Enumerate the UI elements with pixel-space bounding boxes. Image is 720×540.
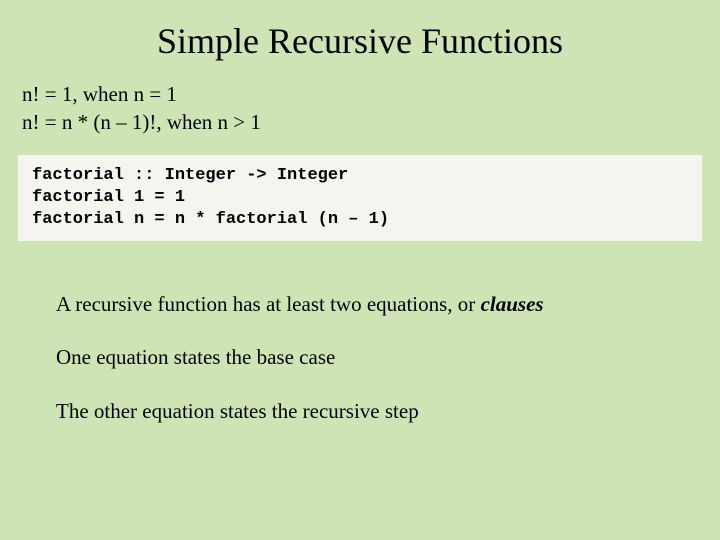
math-definition: n! = 1, when n = 1 n! = n * (n – 1)!, wh…	[0, 80, 720, 155]
paragraph-1: A recursive function has at least two eq…	[56, 291, 684, 318]
slide: Simple Recursive Functions n! = 1, when …	[0, 0, 720, 540]
paragraph-1-emph: clauses	[481, 292, 544, 316]
code-line-3: factorial n = n * factorial (n – 1)	[32, 209, 688, 231]
code-line-2: factorial 1 = 1	[32, 187, 688, 209]
math-line-2: n! = n * (n – 1)!, when n > 1	[22, 108, 698, 136]
code-line-1: factorial :: Integer -> Integer	[32, 165, 688, 187]
paragraph-2: One equation states the base case	[56, 344, 684, 371]
body-text: A recursive function has at least two eq…	[0, 241, 720, 425]
paragraph-1-text: A recursive function has at least two eq…	[56, 292, 481, 316]
code-block: factorial :: Integer -> Integerfactorial…	[18, 155, 702, 241]
paragraph-3: The other equation states the recursive …	[56, 398, 684, 425]
slide-title: Simple Recursive Functions	[0, 0, 720, 80]
math-line-1: n! = 1, when n = 1	[22, 80, 698, 108]
